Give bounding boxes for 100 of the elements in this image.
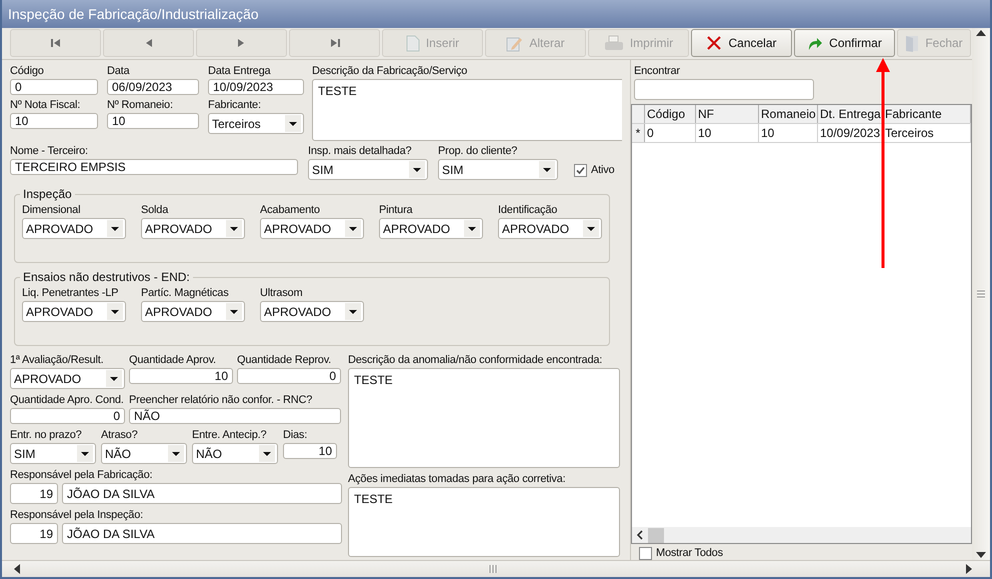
- dropdown[interactable]: APROVADO: [22, 218, 126, 239]
- dropdown[interactable]: NÃO: [101, 443, 187, 464]
- field-label: Ultrasom: [260, 286, 304, 300]
- group-title: Ensaios não destrutivos - END:: [22, 270, 191, 284]
- dropdown[interactable]: APROVADO: [10, 368, 125, 389]
- dropdown[interactable]: SIM: [438, 159, 558, 180]
- field-label: Nº Nota Fiscal:: [10, 98, 82, 112]
- field-label: Código: [10, 64, 45, 78]
- field-label: Partíc. Magnéticas: [141, 286, 230, 300]
- row-marker: *: [632, 124, 645, 142]
- vertical-scrollbar[interactable]: [972, 28, 990, 560]
- code-field[interactable]: 19: [10, 523, 58, 544]
- text-area[interactable]: TESTE: [348, 487, 620, 557]
- dropdown[interactable]: APROVADO: [141, 301, 245, 322]
- scroll-left-icon[interactable]: [14, 564, 20, 574]
- group-title: Inspeção: [22, 187, 73, 201]
- dropdown[interactable]: Terceiros: [208, 113, 304, 134]
- dropdown[interactable]: SIM: [308, 159, 428, 180]
- field-label: Liq. Penetrantes -LP: [22, 286, 120, 300]
- grip-icon[interactable]: [489, 565, 497, 573]
- caret-icon[interactable]: [259, 445, 275, 462]
- table-cell: 0: [645, 124, 696, 142]
- window-title: Inspeção de Fabricação/Industrialização: [2, 0, 990, 28]
- caret-icon[interactable]: [106, 370, 122, 387]
- checkbox-label: Mostrar Todos: [656, 547, 723, 559]
- text-area[interactable]: TESTE: [312, 79, 622, 141]
- pencil-icon: [506, 34, 524, 52]
- column-header[interactable]: NF: [696, 105, 759, 123]
- dropdown[interactable]: APROVADO: [141, 218, 245, 239]
- caret-icon[interactable]: [285, 115, 301, 132]
- column-header[interactable]: Romaneio: [759, 105, 818, 123]
- field-label: Insp. mais detalhada?: [308, 144, 412, 158]
- text-field[interactable]: 0: [237, 368, 341, 384]
- caret-icon[interactable]: [107, 220, 123, 237]
- scroll-up-icon[interactable]: [976, 30, 986, 36]
- text-field[interactable]: 0: [10, 79, 98, 95]
- caret-icon[interactable]: [168, 445, 184, 462]
- field-label: Nome - Terceiro:: [10, 144, 89, 158]
- scrollbar-thumb[interactable]: [648, 528, 664, 542]
- text-field[interactable]: 10: [10, 113, 98, 129]
- caret-icon[interactable]: [226, 220, 242, 237]
- text-field[interactable]: NÃO: [129, 408, 341, 424]
- field-label: Data Entrega: [208, 64, 272, 78]
- text-field[interactable]: JÕAO DA SILVA: [62, 483, 342, 504]
- text-field[interactable]: JÕAO DA SILVA: [62, 523, 342, 544]
- dropdown[interactable]: SIM: [10, 443, 96, 464]
- column-header[interactable]: Fabricante: [883, 105, 971, 123]
- field-label: Identificação: [498, 203, 558, 217]
- caret-icon[interactable]: [345, 220, 361, 237]
- caret-icon[interactable]: [226, 303, 242, 320]
- dropdown[interactable]: APROVADO: [260, 301, 364, 322]
- column-header[interactable]: Código: [645, 105, 696, 123]
- caret-icon[interactable]: [107, 303, 123, 320]
- document-icon: [406, 34, 420, 52]
- text-field[interactable]: 10: [107, 113, 199, 129]
- toolbar-button[interactable]: Cancelar: [691, 29, 792, 57]
- caret-icon[interactable]: [583, 220, 599, 237]
- checkbox[interactable]: [574, 164, 587, 176]
- field-label: Atraso?: [101, 428, 139, 442]
- text-field[interactable]: 10: [283, 443, 337, 459]
- redo-arrow-icon: [807, 35, 824, 51]
- scroll-left-icon[interactable]: [636, 530, 644, 540]
- previous-icon: [145, 38, 152, 48]
- field-label: Ações imediatas tomadas para ação corretiva:: [348, 472, 566, 486]
- field-label: Descrição da Fabricação/Serviço: [312, 64, 468, 78]
- text-area[interactable]: TESTE: [348, 368, 620, 468]
- field-label: Solda: [141, 203, 170, 217]
- field-label: Fabricante:: [208, 98, 262, 112]
- scroll-down-icon[interactable]: [976, 552, 986, 558]
- field-label: Pintura: [379, 203, 414, 217]
- caret-icon[interactable]: [464, 220, 480, 237]
- search-label: Encontrar: [634, 64, 681, 78]
- horizontal-scrollbar[interactable]: [2, 560, 990, 577]
- field-label: Dimensional: [22, 203, 82, 217]
- text-field[interactable]: 0: [10, 408, 125, 424]
- first-record-icon: [50, 38, 60, 48]
- horizontal-scrollbar[interactable]: [632, 527, 971, 543]
- toolbar-button[interactable]: Confirmar: [794, 29, 895, 57]
- dropdown[interactable]: APROVADO: [498, 218, 602, 239]
- dropdown[interactable]: APROVADO: [22, 301, 126, 322]
- caret-icon[interactable]: [409, 161, 425, 178]
- dropdown[interactable]: APROVADO: [379, 218, 483, 239]
- scroll-right-icon[interactable]: [966, 564, 972, 574]
- checkbox[interactable]: [639, 546, 652, 560]
- dropdown[interactable]: APROVADO: [260, 218, 364, 239]
- text-field[interactable]: 10: [129, 368, 233, 384]
- code-field[interactable]: 19: [10, 483, 58, 504]
- grip-icon[interactable]: [977, 290, 985, 298]
- dropdown[interactable]: NÃO: [192, 443, 278, 464]
- column-header[interactable]: Dt. Entrega: [818, 105, 883, 123]
- caret-icon[interactable]: [539, 161, 555, 178]
- caret-icon[interactable]: [345, 303, 361, 320]
- search-field[interactable]: [634, 79, 814, 100]
- cancel-icon: [706, 35, 722, 51]
- text-field[interactable]: TERCEIRO EMPSIS: [10, 159, 298, 175]
- text-field[interactable]: 06/09/2023: [107, 79, 199, 95]
- caret-icon[interactable]: [77, 445, 93, 462]
- text-field[interactable]: 10/09/2023: [208, 79, 304, 95]
- field-label: Data: [107, 64, 131, 78]
- field-label: Responsável pela Fabricação:: [10, 468, 154, 482]
